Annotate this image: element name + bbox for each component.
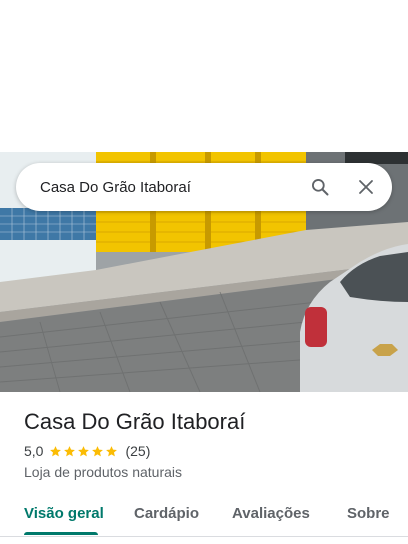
tab-bar: Visão geral Cardápio Avaliações Sobre (0, 490, 408, 537)
tab-overview[interactable]: Visão geral (24, 490, 104, 536)
rating-stars (49, 445, 119, 458)
search-icon (312, 179, 329, 196)
tab-reviews[interactable]: Avaliações (232, 490, 310, 536)
close-icon (359, 180, 373, 194)
tab-overview-label: Visão geral (24, 504, 104, 522)
search-input[interactable]: Casa Do Grão Itaboraí (40, 179, 300, 196)
star-icon (106, 445, 118, 456)
tab-about[interactable]: Sobre (347, 490, 390, 536)
rating-value: 5,0 (24, 443, 44, 459)
review-count: (25) (125, 443, 151, 459)
tab-menu[interactable]: Cardápio (134, 490, 199, 536)
place-category: Loja de produtos naturais (24, 464, 182, 480)
search-bar[interactable]: Casa Do Grão Itaboraí (16, 163, 392, 211)
tab-reviews-label: Avaliações (232, 504, 310, 522)
search-button[interactable] (300, 167, 340, 207)
star-icon (92, 445, 104, 456)
tab-about-label: Sobre (347, 504, 390, 522)
close-button[interactable] (346, 167, 386, 207)
star-icon (78, 445, 90, 456)
star-icon (64, 445, 76, 456)
tab-menu-label: Cardápio (134, 504, 200, 522)
rating-row[interactable]: 5,0 (25) (24, 443, 392, 459)
place-info: Casa Do Grão Itaboraí 5,0 (25) Loja de p… (24, 408, 392, 480)
place-title: Casa Do Grão Itaboraí (24, 409, 246, 434)
active-tab-indicator (24, 532, 98, 535)
star-icon (50, 445, 62, 456)
